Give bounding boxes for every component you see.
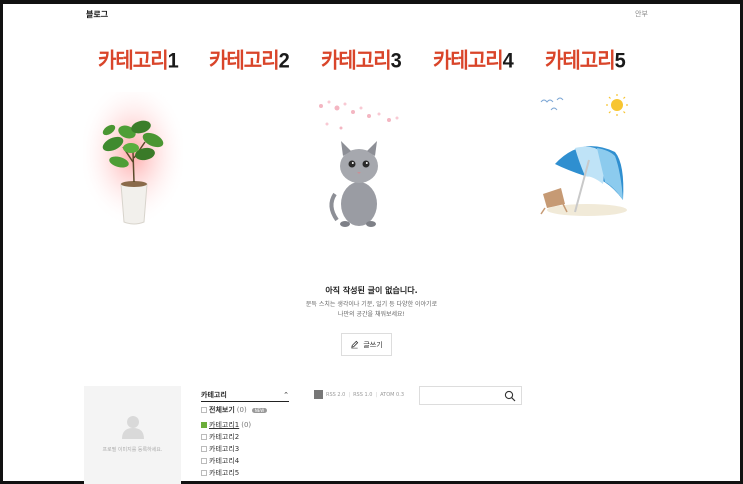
rss-links: RSS 2.0 | RSS 1.0 | ATOM 0.3 [314, 390, 404, 399]
checkbox-icon [201, 470, 207, 476]
help-link[interactable]: 안부 [635, 9, 648, 19]
window-frame: 블로그 안부 카테고리1 카테고리2 카테고리3 카테고리4 카테고리5 아직 … [0, 0, 743, 484]
write-post-button[interactable]: 글쓰기 [341, 333, 392, 356]
checkbox-icon [201, 434, 207, 440]
rss-icon [314, 390, 323, 399]
category-title-text: 카테고리 [545, 49, 616, 73]
category-list-title: 카테고리 [201, 390, 227, 399]
checkbox-icon [201, 407, 207, 413]
category-item-1[interactable]: 카테고리1 (0) [201, 419, 289, 431]
category-item-5[interactable]: 카테고리5 [201, 467, 289, 479]
empty-state-description: 문득 스치는 생각이나 기분, 일기 등 다양한 이야기로 나만의 공간을 채워… [3, 300, 740, 320]
category-item-label: 카테고리5 [209, 469, 240, 477]
category-title-2[interactable]: 카테고리2 [209, 43, 290, 73]
checkbox-icon [201, 446, 207, 452]
cat-illustration [319, 100, 399, 227]
collapse-caret-icon[interactable]: ⌃ [283, 391, 289, 399]
category-item-2[interactable]: 카테고리2 [201, 431, 289, 443]
category-item-label: 카테고리4 [209, 457, 240, 465]
checkbox-checked-icon [201, 422, 207, 428]
profile-placeholder-text: 프로필 이미지를 등록하세요. [102, 447, 163, 453]
category-title-text: 카테고리 [209, 49, 280, 73]
empty-state-desc-line1: 문득 스치는 생각이나 기분, 일기 등 다양한 이야기로 [305, 301, 438, 308]
plant-illustration [83, 92, 183, 228]
category-title-4[interactable]: 카테고리4 [433, 43, 514, 73]
category-title-number: 3 [390, 49, 402, 73]
new-badge: NEW [251, 407, 268, 413]
empty-state-desc-line2: 나만의 공간을 채워보세요! [338, 311, 405, 318]
search-icon[interactable] [504, 390, 516, 402]
category-item-label: 카테고리3 [209, 445, 240, 453]
rss2-link[interactable]: RSS 2.0 [326, 392, 345, 398]
search-box [419, 386, 522, 409]
empty-state-title: 아직 작성된 글이 없습니다. [325, 286, 418, 295]
category-title-text: 카테고리 [433, 49, 504, 73]
category-all[interactable]: 전체보기 (0) NEW [201, 404, 289, 416]
beach-illustration [540, 94, 628, 216]
checkbox-icon [201, 458, 207, 464]
category-title-text: 카테고리 [321, 49, 392, 73]
search-input[interactable] [420, 391, 500, 409]
category-title-text: 카테고리 [98, 49, 169, 73]
pencil-icon [351, 340, 359, 349]
profile-box[interactable]: 프로필 이미지를 등록하세요. [84, 386, 181, 484]
user-avatar-icon [122, 416, 144, 439]
category-item-3[interactable]: 카테고리3 [201, 443, 289, 455]
category-all-count: (0) [236, 406, 247, 414]
category-title-number: 2 [278, 49, 290, 73]
category-list: 카테고리 ⌃ 전체보기 (0) NEW 카테고리1 (0) 카테고리2 카테고리… [201, 388, 289, 479]
rss1-link[interactable]: RSS 1.0 [353, 392, 372, 398]
category-list-header[interactable]: 카테고리 ⌃ [201, 388, 289, 402]
category-title-number: 1 [167, 49, 179, 73]
category-title-5[interactable]: 카테고리5 [545, 43, 626, 73]
category-item-label: 카테고리1 [209, 421, 240, 429]
atom-link[interactable]: ATOM 0.3 [380, 392, 404, 398]
category-item-label: 카테고리2 [209, 433, 240, 441]
top-bar: 블로그 안부 [3, 4, 740, 22]
category-title-number: 4 [502, 49, 514, 73]
category-item-4[interactable]: 카테고리4 [201, 455, 289, 467]
category-title-1[interactable]: 카테고리1 [98, 43, 179, 73]
category-all-label: 전체보기 [209, 406, 235, 414]
category-item-count: (0) [241, 421, 252, 429]
write-post-label: 글쓰기 [363, 340, 383, 349]
category-title-3[interactable]: 카테고리3 [321, 43, 402, 73]
category-title-number: 5 [614, 49, 626, 73]
blog-brand-link[interactable]: 블로그 [86, 9, 108, 20]
